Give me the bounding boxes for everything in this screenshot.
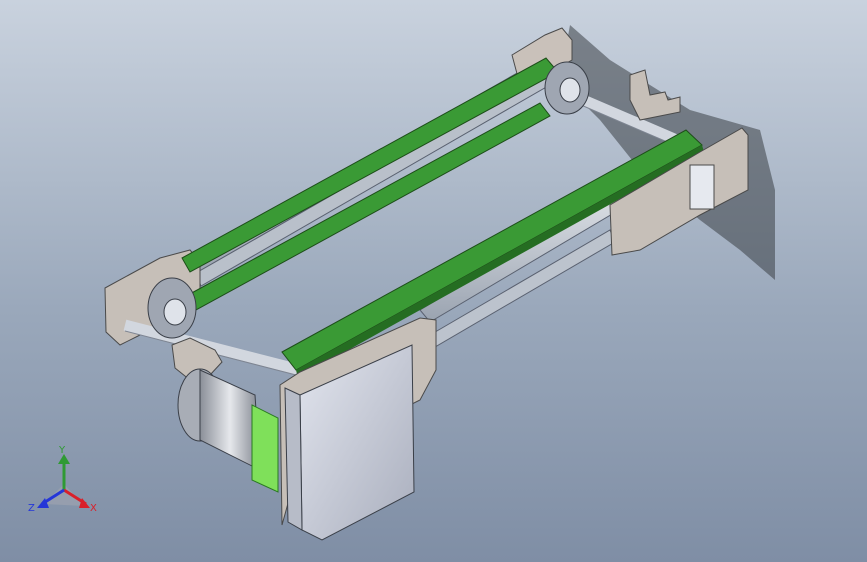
triad-graphic [37,454,90,508]
rear-bearing-block [629,69,681,121]
x-axis-label: X [90,503,97,514]
y-axis-label: Y [59,445,66,456]
motor-body [199,369,261,471]
motor-box-side [284,387,303,531]
conveyor-assembly-model[interactable] [0,0,867,562]
orientation-triad[interactable]: Y X Z [24,446,108,526]
front-left-pulley-hub [163,298,187,326]
front-right-bracket [689,164,715,210]
graphics-viewport[interactable]: Y X Z [0,0,867,562]
z-axis-label: Z [28,503,35,514]
rear-pulley-hub [559,77,581,103]
motor-coupling-green [251,404,279,493]
